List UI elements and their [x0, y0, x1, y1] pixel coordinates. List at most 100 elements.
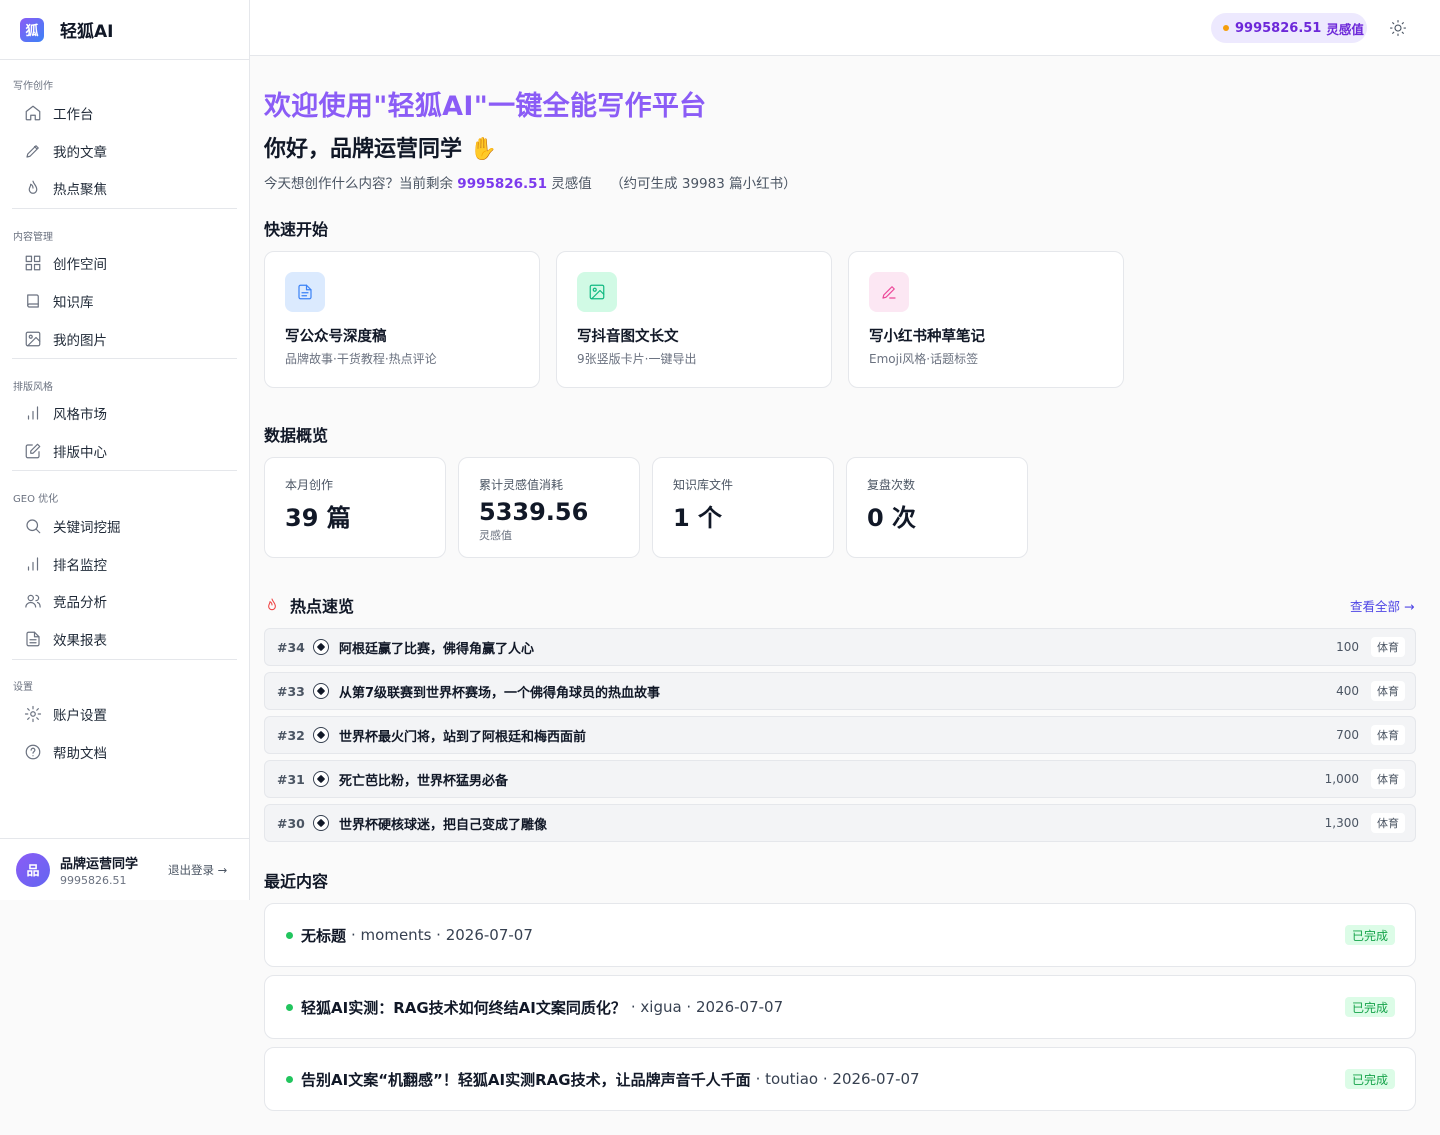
hot-score: 700	[1336, 728, 1359, 742]
hot-rank: #32	[277, 727, 305, 743]
sidebar-item-label: 竞品分析	[53, 595, 107, 611]
summary-credit-value: 9995826.51	[457, 176, 547, 192]
sidebar-item-label: 排名监控	[53, 558, 107, 574]
hot-rank: #33	[277, 683, 305, 699]
credit-badge[interactable]: 9995826.51 灵感值	[1211, 13, 1367, 43]
recent-item[interactable]: 轻狐AI实测：RAG技术如何终结AI文案同质化？ · xigua · 2026-…	[264, 975, 1416, 1039]
status-dot-icon	[286, 931, 293, 939]
quick-card-title: 写公众号深度稿	[285, 329, 387, 345]
sidebar-item-competitor-analysis[interactable]: 竞品分析	[12, 585, 237, 617]
quick-card-desc: 9张竖版卡片·一键导出	[577, 352, 697, 366]
document-icon	[298, 284, 312, 300]
sidebar-item-style-market[interactable]: 风格市场	[12, 397, 237, 429]
hot-item[interactable]: #33 从第7级联赛到世界杯赛场，一个佛得角球员的热血故事 400 体育	[264, 672, 1416, 710]
quick-card-icon-wrap	[285, 272, 325, 312]
sidebar-item-label: 风格市场	[53, 407, 107, 423]
sidebar-divider	[12, 208, 237, 209]
user-name: 品牌运营同学	[60, 856, 139, 872]
sidebar-item-hot-focus[interactable]: 热点聚焦	[12, 172, 237, 204]
sidebar-item-my-images[interactable]: 我的图片	[12, 323, 237, 355]
hot-rank: #34	[277, 639, 305, 655]
hot-score: 400	[1336, 684, 1359, 698]
recent-title: 最近内容	[264, 872, 329, 891]
hot-tag: 体育	[1371, 681, 1405, 701]
stat-value: 39 篇	[285, 504, 351, 532]
fox-logo-icon: 狐	[20, 17, 44, 42]
sidebar-item-label: 知识库	[53, 295, 94, 311]
page-title: 欢迎使用"轻狐AI"一键全能写作平台	[264, 91, 707, 122]
quick-card-desc: Emoji风格·话题标签	[869, 352, 979, 366]
hot-item-title: 世界杯硬核球迷，把自己变成了雕像	[339, 817, 548, 833]
credit-value: 9995826.51	[1235, 20, 1322, 36]
stat-card-credit-consumed: 累计灵感值消耗 5339.56 灵感值	[458, 457, 640, 558]
sidebar-item-help-docs[interactable]: 帮助文档	[12, 736, 237, 768]
hot-tag: 体育	[1371, 813, 1405, 833]
quick-card-xiaohongshu[interactable]: 写小红书种草笔记 Emoji风格·话题标签	[848, 251, 1124, 388]
bar-chart-icon	[27, 406, 39, 420]
gear-icon	[24, 705, 42, 723]
stat-card-monthly: 本月创作 39 篇	[264, 457, 446, 558]
section-title-content: 内容管理	[13, 232, 53, 243]
hot-tag: 体育	[1371, 725, 1405, 745]
flame-icon	[268, 598, 276, 611]
recent-item[interactable]: 告别AI文案“机翻感”！轻狐AI实测RAG技术，让品牌声音千人千面 · tout…	[264, 1047, 1416, 1111]
file-icon	[26, 631, 40, 647]
stat-label: 本月创作	[285, 478, 334, 492]
sidebar: 狐 轻狐AI 写作创作 工作台 我的文章 热点聚焦 内容管理 创作空间 知识库 …	[0, 0, 250, 900]
hot-item[interactable]: #34 阿根廷赢了比赛，佛得角赢了人心 100 体育	[264, 628, 1416, 666]
user-info: 品牌运营同学 9995826.51	[60, 853, 138, 887]
sidebar-item-keyword-mining[interactable]: 关键词挖掘	[12, 510, 237, 542]
hot-item[interactable]: #31 死亡芭比粉，世界杯猛男必备 1,000 体育	[264, 760, 1416, 798]
hot-item[interactable]: #30 世界杯硬核球迷，把自己变成了雕像 1,300 体育	[264, 804, 1416, 842]
avatar[interactable]: 品	[16, 852, 50, 887]
greeting: 你好，品牌运营同学 ✋	[264, 137, 498, 162]
sidebar-item-label: 帮助文档	[53, 746, 107, 762]
status-badge: 已完成	[1344, 997, 1395, 1017]
pen-icon	[882, 286, 896, 299]
section-title-settings: 设置	[13, 682, 33, 693]
quick-start-title: 快速开始	[264, 220, 329, 239]
stat-label: 累计灵感值消耗	[479, 478, 564, 492]
sidebar-item-rank-monitor[interactable]: 排名监控	[12, 548, 237, 580]
sidebar-item-my-articles[interactable]: 我的文章	[12, 135, 237, 167]
hot-rank: #30	[277, 815, 305, 831]
sidebar-divider	[12, 470, 237, 471]
credit-summary: 今天想创作什么内容？当前剩余 9995826.51 灵感值 （约可生成 3998…	[264, 172, 797, 192]
logout-button[interactable]: 退出登录 →	[168, 862, 227, 878]
sidebar-item-knowledge-base[interactable]: 知识库	[12, 285, 237, 317]
user-profile: 品 品牌运营同学 9995826.51 退出登录 →	[0, 838, 249, 900]
top-bar: 9995826.51 灵感值	[250, 0, 1440, 56]
sidebar-item-label: 我的图片	[53, 333, 107, 349]
sidebar-item-layout-center[interactable]: 排版中心	[12, 435, 237, 467]
hot-tag: 体育	[1371, 769, 1405, 789]
hot-item[interactable]: #32 世界杯最火门将，站到了阿根廷和梅西面前 700 体育	[264, 716, 1416, 754]
brand[interactable]: 狐 轻狐AI	[0, 0, 249, 60]
hot-score: 100	[1336, 640, 1359, 654]
quick-card-wechat[interactable]: 写公众号深度稿 品牌故事·干货教程·热点评论	[264, 251, 540, 388]
hot-item-title: 死亡芭比粉，世界杯猛男必备	[339, 773, 509, 789]
hot-item-title: 世界杯最火门将，站到了阿根廷和梅西面前	[339, 729, 587, 745]
sidebar-item-label: 账户设置	[53, 708, 107, 724]
stat-value: 0 次	[867, 504, 917, 532]
soccer-ball-icon	[313, 815, 329, 831]
users-icon	[25, 594, 41, 608]
sidebar-item-report[interactable]: 效果报表	[12, 623, 237, 655]
sidebar-item-label: 创作空间	[53, 257, 107, 273]
stat-sub: 灵感值	[479, 529, 512, 542]
status-dot-icon	[286, 1003, 293, 1011]
recent-item[interactable]: 无标题 · moments · 2026-07-07 已完成	[264, 903, 1416, 967]
status-badge: 已完成	[1344, 1069, 1395, 1089]
app-root: 狐 轻狐AI 写作创作 工作台 我的文章 热点聚焦 内容管理 创作空间 知识库 …	[0, 0, 1440, 1135]
sidebar-item-label: 排版中心	[53, 445, 107, 461]
sidebar-item-account-settings[interactable]: 账户设置	[12, 698, 237, 730]
image-icon	[589, 284, 605, 300]
view-all-link[interactable]: 查看全部 →	[1350, 596, 1414, 615]
sidebar-divider	[12, 358, 237, 359]
user-credit: 9995826.51	[60, 873, 127, 887]
quick-card-douyin[interactable]: 写抖音图文长文 9张竖版卡片·一键导出	[556, 251, 832, 388]
sidebar-item-workbench[interactable]: 工作台	[12, 97, 237, 129]
sidebar-item-workspace[interactable]: 创作空间	[12, 247, 237, 279]
grid-icon	[25, 255, 41, 271]
theme-toggle-button[interactable]	[1385, 15, 1411, 41]
sidebar-item-label: 我的文章	[53, 145, 107, 161]
